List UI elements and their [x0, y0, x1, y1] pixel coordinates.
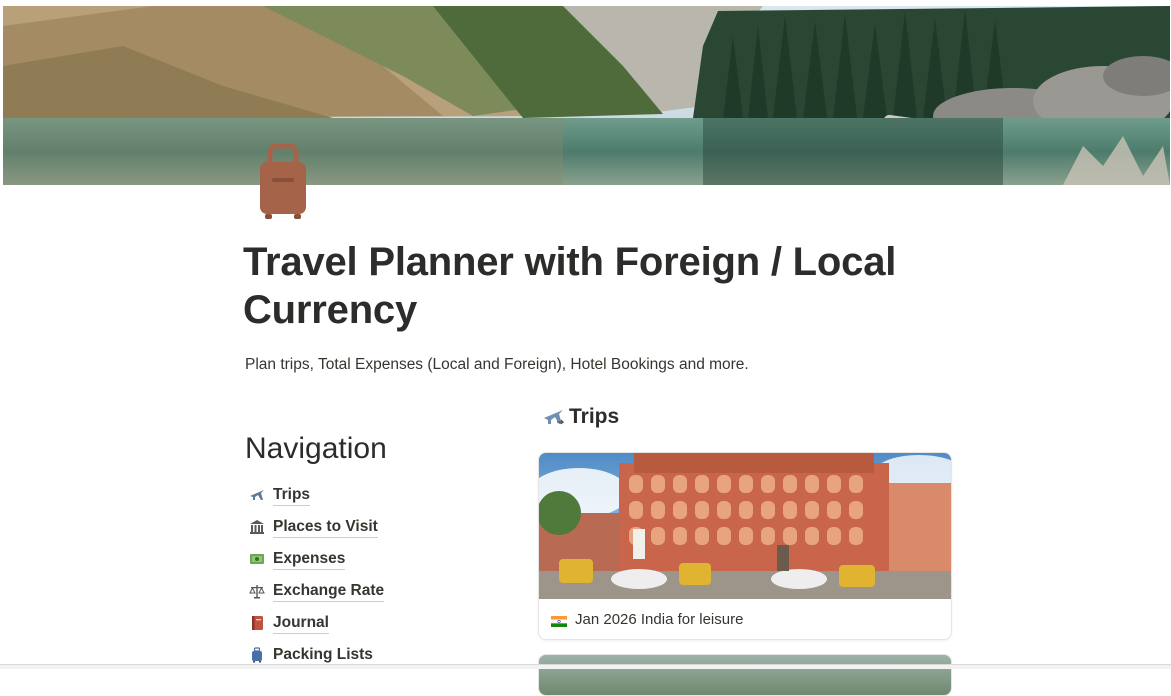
india-flag-icon [551, 614, 567, 627]
trips-heading-label: Trips [569, 405, 620, 428]
page-title: Travel Planner with Foreign / Local Curr… [243, 240, 897, 332]
airplane-icon [247, 485, 267, 505]
navigation-heading: Navigation [245, 432, 387, 465]
airplane-icon [543, 404, 569, 430]
nav-item-places-to-visit[interactable]: Places to Visit [247, 511, 384, 543]
cover-image [3, 6, 1170, 185]
nav-item-label[interactable]: Journal [273, 613, 329, 634]
trips-heading: Trips [543, 404, 619, 430]
nav-item-label[interactable]: Packing Lists [273, 645, 373, 666]
nav-item-exchange-rate[interactable]: Exchange Rate [247, 575, 385, 607]
trip-card[interactable]: Jan 2026 India for leisure [538, 452, 952, 640]
nav-item-label[interactable]: Exchange Rate [273, 581, 385, 602]
money-bills-icon [247, 549, 267, 569]
nav-item-label[interactable]: Expenses [273, 549, 346, 570]
luggage-icon [247, 645, 267, 665]
nav-item-label[interactable]: Trips [273, 485, 311, 506]
nav-item-journal[interactable]: Journal [247, 607, 384, 639]
cover-landscape [3, 6, 1170, 185]
trip-card-title-row: Jan 2026 India for leisure [539, 599, 951, 639]
notebook-icon [247, 613, 267, 633]
trip-card-title[interactable]: Jan 2026 India for leisure [575, 611, 743, 628]
nav-item-expenses[interactable]: Expenses [247, 543, 384, 575]
page-subtitle: Plan trips, Total Expenses (Local and Fo… [245, 356, 749, 373]
trip-card-image [539, 453, 951, 599]
nav-item-trips[interactable]: Trips [247, 479, 384, 511]
scales-icon [247, 581, 267, 601]
navigation-list: Trips Places to Visit Expenses Exchange … [247, 479, 385, 671]
classical-building-icon [247, 517, 267, 537]
trip-card-partial[interactable] [538, 654, 952, 696]
window-bottom-edge [0, 664, 1171, 669]
luggage-icon [260, 143, 306, 220]
nav-item-label[interactable]: Places to Visit [273, 517, 378, 538]
